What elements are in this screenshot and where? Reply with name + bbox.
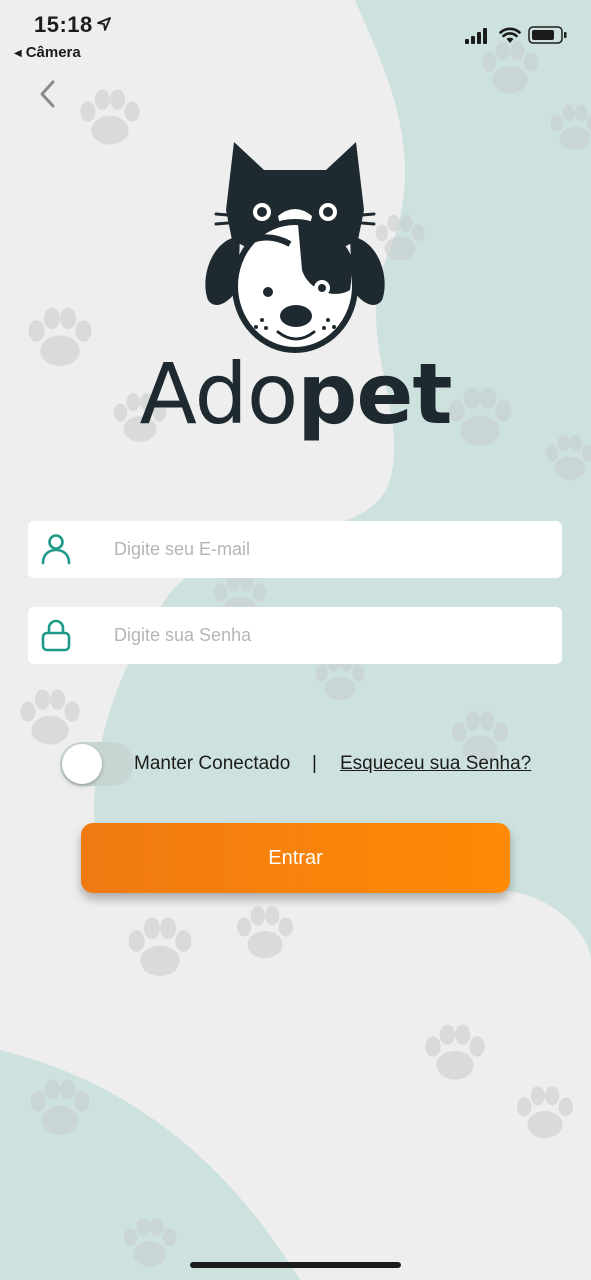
email-field[interactable] bbox=[28, 521, 562, 578]
battery-icon bbox=[528, 26, 567, 44]
brand-part-bold: pet bbox=[297, 345, 452, 443]
keep-connected-label: Manter Conectado bbox=[134, 753, 291, 774]
back-to-app-link[interactable]: ◀ Câmera bbox=[14, 44, 81, 61]
location-arrow-icon bbox=[97, 17, 111, 31]
cat-and-dog-icon bbox=[205, 142, 385, 353]
wifi-icon bbox=[499, 27, 521, 43]
password-field[interactable] bbox=[28, 607, 562, 664]
login-button[interactable]: Entrar bbox=[81, 823, 510, 893]
separator: | bbox=[312, 753, 317, 774]
back-app-label: Câmera bbox=[25, 44, 81, 61]
back-triangle-icon: ◀ bbox=[14, 48, 22, 59]
keep-connected-toggle[interactable] bbox=[60, 742, 134, 786]
status-bar: 15:18 ◀ Câmera bbox=[0, 0, 591, 70]
toggle-knob bbox=[62, 744, 102, 784]
chevron-left-icon[interactable] bbox=[34, 76, 64, 112]
user-icon bbox=[41, 534, 71, 565]
password-input[interactable] bbox=[114, 607, 554, 664]
cellular-signal-icon bbox=[465, 28, 487, 44]
status-time: 15:18 bbox=[34, 12, 93, 37]
forgot-password-link[interactable]: Esqueceu sua Senha? bbox=[340, 753, 531, 775]
email-input[interactable] bbox=[114, 521, 554, 578]
lock-icon bbox=[41, 619, 71, 652]
home-indicator[interactable] bbox=[190, 1262, 401, 1268]
brand-wordmark: Adopet bbox=[0, 352, 591, 436]
brand-part-light: Ado bbox=[139, 345, 299, 443]
